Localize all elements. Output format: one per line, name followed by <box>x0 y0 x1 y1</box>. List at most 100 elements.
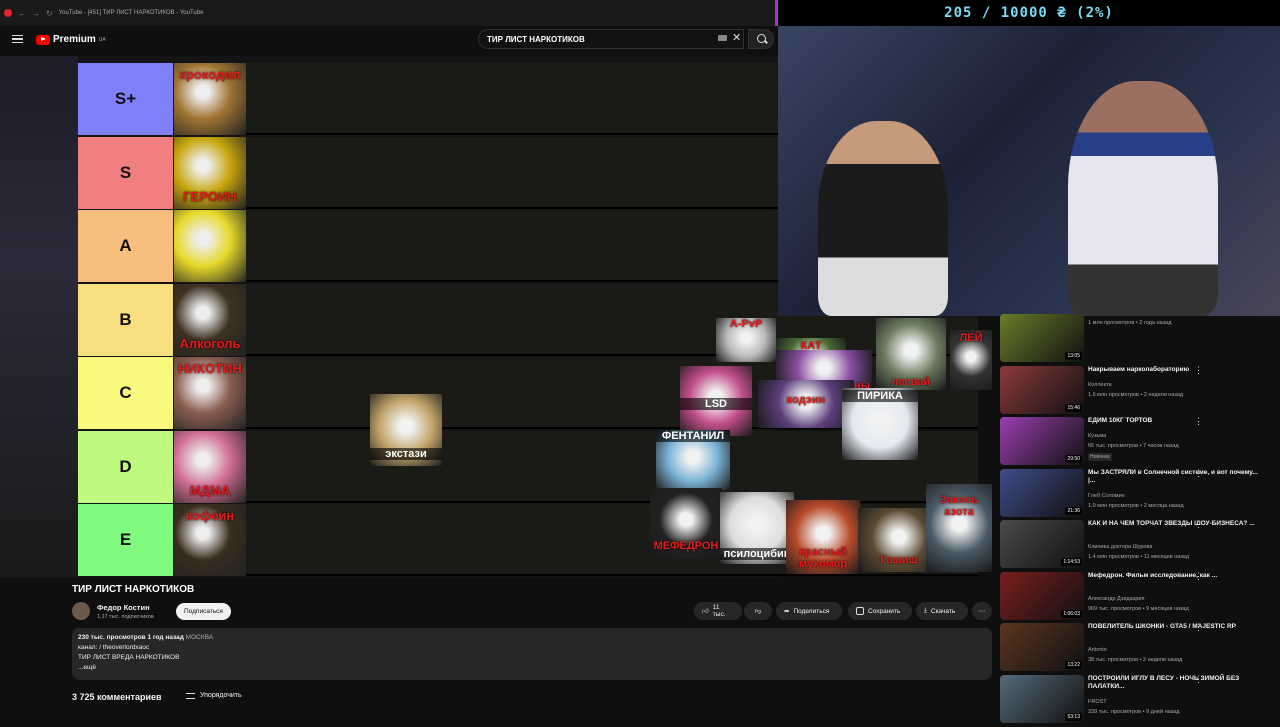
floating-tier-item[interactable]: экстази <box>370 394 442 466</box>
floating-tier-item[interactable]: ПИРИКА <box>842 388 918 460</box>
recommendation-item[interactable]: 15:46 Накрываем нарколабораторию Коллекта 1… <box>1000 365 1275 418</box>
show-more-link[interactable]: ...ещё <box>78 663 986 673</box>
recommendation-thumbnail[interactable]: 1:14:53 <box>1000 520 1084 568</box>
channel-avatar[interactable] <box>72 602 90 620</box>
floating-tier-item[interactable]: ЛЕЙ <box>950 330 992 390</box>
recommendation-channel[interactable]: Глеб Соломин <box>1088 493 1125 499</box>
floating-tier-item[interactable]: LSD <box>680 366 752 436</box>
floating-tier-item[interactable]: кодэин <box>758 380 854 428</box>
recommendation-title[interactable]: Мы ЗАСТРЯЛИ в Солнечной системе, и вот п… <box>1088 469 1263 486</box>
clear-search-icon[interactable]: ✕ <box>732 33 741 44</box>
search-input[interactable]: ТИР ЛИСТ НАРКОТИКОВ <box>478 29 744 49</box>
tier-item-image[interactable]: МДМА <box>174 430 246 503</box>
video-duration: 13:22 <box>1065 661 1082 669</box>
recommendation-thumbnail[interactable]: 1:06:03 <box>1000 571 1084 620</box>
search-button[interactable] <box>748 29 774 49</box>
share-icon: ➦ <box>784 608 790 615</box>
recommendation-channel[interactable]: Александр Дзидзария <box>1088 596 1144 602</box>
more-options-icon[interactable]: ⋮ <box>1194 571 1203 580</box>
more-options-icon[interactable]: ⋮ <box>1194 365 1203 374</box>
subscribe-button[interactable]: Подписаться <box>176 603 231 620</box>
recommendation-thumbnail[interactable]: 53:13 <box>1000 674 1084 723</box>
streamer-left <box>818 121 948 316</box>
like-button[interactable]: 👍︎ 11 тыс. <box>694 602 742 620</box>
youtube-logo[interactable]: Premium UA <box>36 34 106 45</box>
download-label: Скачать <box>930 607 956 615</box>
recommendation-item[interactable]: 1:14:53 КАК И НА ЧЕМ ТОРЧАТ ЗВЕЗДЫ ШОУ-БИ… <box>1000 520 1275 572</box>
recommendation-title[interactable]: Мефедрон. Фильм исследование, как ... <box>1088 572 1263 581</box>
channel-name[interactable]: Федор Костин <box>97 603 150 612</box>
recommendation-thumbnail[interactable]: 13:05 <box>1000 314 1084 362</box>
thumbs-up-icon: 👍︎ <box>702 608 709 615</box>
recommendation-title[interactable]: ПОВЕЛИТЕЛЬ ШКОНКИ - GTA5 / MAJESTIC RP <box>1088 623 1263 632</box>
description-text: ТИР ЛИСТ ВРЕДА НАРКОТИКОВ <box>78 654 180 661</box>
back-icon[interactable]: ← <box>18 9 26 18</box>
recommendation-thumbnail[interactable]: 15:46 <box>1000 365 1084 414</box>
floating-tier-item[interactable]: насвай <box>876 318 946 390</box>
description-box[interactable]: 230 тыс. просмотров 1 год назад МОСКВА к… <box>72 628 992 680</box>
more-options-icon[interactable]: ⋮ <box>1194 623 1203 632</box>
tier-item-label: Алкоголь <box>179 335 241 351</box>
tier-item-image[interactable]: ГЕРОИН <box>174 136 246 209</box>
video-duration: 1:14:53 <box>1061 558 1082 566</box>
more-options-icon[interactable]: ⋮ <box>1194 520 1203 529</box>
reload-icon[interactable]: ↻ <box>46 9 53 18</box>
more-actions-button[interactable]: ⋯ <box>972 602 992 620</box>
floating-tier-item[interactable]: A-PvP <box>716 318 776 362</box>
floating-tier-item[interactable]: МЕФЕДРОН <box>650 488 722 558</box>
recommendation-title[interactable]: ЕДИМ 10КГ ТОРТОВ <box>1088 417 1263 426</box>
sort-comments-button[interactable]: Упорядочить <box>186 692 242 699</box>
recommendation-thumbnail[interactable]: 29:50 <box>1000 417 1084 465</box>
hamburger-menu-icon[interactable] <box>12 35 23 43</box>
tier-item-label: МДМА <box>189 482 231 498</box>
floating-tier-item[interactable]: Закись азота <box>926 484 992 572</box>
recommendation-meta: 38 тыс. просмотров • 2 недели назад <box>1088 657 1183 663</box>
tier-item-image[interactable] <box>174 210 246 282</box>
share-button[interactable]: ➦ Поделиться <box>776 602 842 620</box>
video-title: ТИР ЛИСТ НАРКОТИКОВ <box>72 584 195 595</box>
recommendation-thumbnail[interactable]: 13:22 <box>1000 623 1084 671</box>
tier-item-image[interactable]: Алкоголь <box>174 283 246 356</box>
recommendation-channel[interactable]: FROST <box>1088 699 1107 705</box>
region-code: UA <box>98 36 106 43</box>
more-options-icon[interactable]: ⋮ <box>1194 468 1203 477</box>
recommendation-channel[interactable]: Коллекта <box>1088 382 1112 388</box>
recommendation-channel[interactable]: Кузьма <box>1088 433 1106 439</box>
floating-tier-item[interactable]: красный мухомор <box>786 500 860 574</box>
forward-icon[interactable]: → <box>32 9 40 18</box>
keyboard-icon[interactable] <box>718 35 727 41</box>
logo-text: Premium <box>53 34 96 45</box>
recommendation-title[interactable]: КАК И НА ЧЕМ ТОРЧАТ ЗВЕЗДЫ ШОУ-БИЗНЕСА? … <box>1088 520 1263 529</box>
save-button[interactable]: Сохранить <box>848 602 912 620</box>
recommendation-meta: 339 тыс. просмотров • 9 дней назад <box>1088 708 1180 715</box>
recommendation-thumbnail[interactable]: 21:36 <box>1000 468 1084 517</box>
more-options-icon[interactable]: ⋮ <box>1194 417 1203 426</box>
recommendation-item[interactable]: 29:50 ЕДИМ 10КГ ТОРТОВ Кузьма 66 тыс. просм… <box>1000 417 1275 469</box>
more-options-icon[interactable]: ⋮ <box>1194 674 1203 683</box>
recommendation-channel[interactable]: Antonio <box>1088 647 1107 653</box>
browser-tab-title[interactable]: YouTube - [451] ТИР ЛИСТ НАРКОТИКОВ - Yo… <box>59 10 204 16</box>
recommendation-item[interactable]: 21:36 Мы ЗАСТРЯЛИ в Солнечной системе, и … <box>1000 468 1275 521</box>
video-duration: 29:50 <box>1065 455 1082 463</box>
recommendation-title[interactable]: Накрываем нарколабораторию <box>1088 366 1263 375</box>
recommendation-item[interactable]: 53:13 ПОСТРОИЛИ ИГЛУ В ЛЕСУ - НОЧЬ ЗИМОЙ … <box>1000 674 1275 727</box>
desc-channel-label: канал: <box>78 644 98 651</box>
dislike-button[interactable]: 👎︎ <box>744 602 772 620</box>
floating-tier-item[interactable]: ФЕНТАНИЛ <box>656 430 730 490</box>
tier-item-image[interactable]: НИКОТИН <box>174 357 246 429</box>
recommendation-meta: 1 млн просмотров • 2 года назад <box>1088 320 1172 326</box>
tier-item-image[interactable]: кофеин <box>174 504 246 576</box>
recommendation-item[interactable]: 1:06:03 Мефедрон. Фильм исследование, как… <box>1000 571 1275 624</box>
video-duration: 1:06:03 <box>1061 609 1082 618</box>
download-button[interactable]: ⤓ Скачать <box>916 602 968 620</box>
channel-link[interactable]: / theoverlordxaoc <box>99 644 149 651</box>
youtube-play-icon <box>36 34 50 45</box>
recommendation-title[interactable]: ПОСТРОИЛИ ИГЛУ В ЛЕСУ - НОЧЬ ЗИМОЙ БЕЗ П… <box>1088 675 1263 692</box>
recommendation-item[interactable]: 13:05 1 млн просмотров • 2 года назад <box>1000 314 1275 366</box>
download-icon: ⤓ <box>924 607 927 614</box>
recommendation-channel[interactable]: Клиника доктора Шурова <box>1088 544 1152 550</box>
webcam-overlay <box>778 26 1280 316</box>
floating-tier-item[interactable]: псилоцибин <box>720 492 794 564</box>
recommendation-item[interactable]: 13:22 ПОВЕЛИТЕЛЬ ШКОНКИ - GTA5 / MAJESTIC… <box>1000 623 1275 675</box>
tier-item-image[interactable]: крокодил <box>174 63 246 135</box>
